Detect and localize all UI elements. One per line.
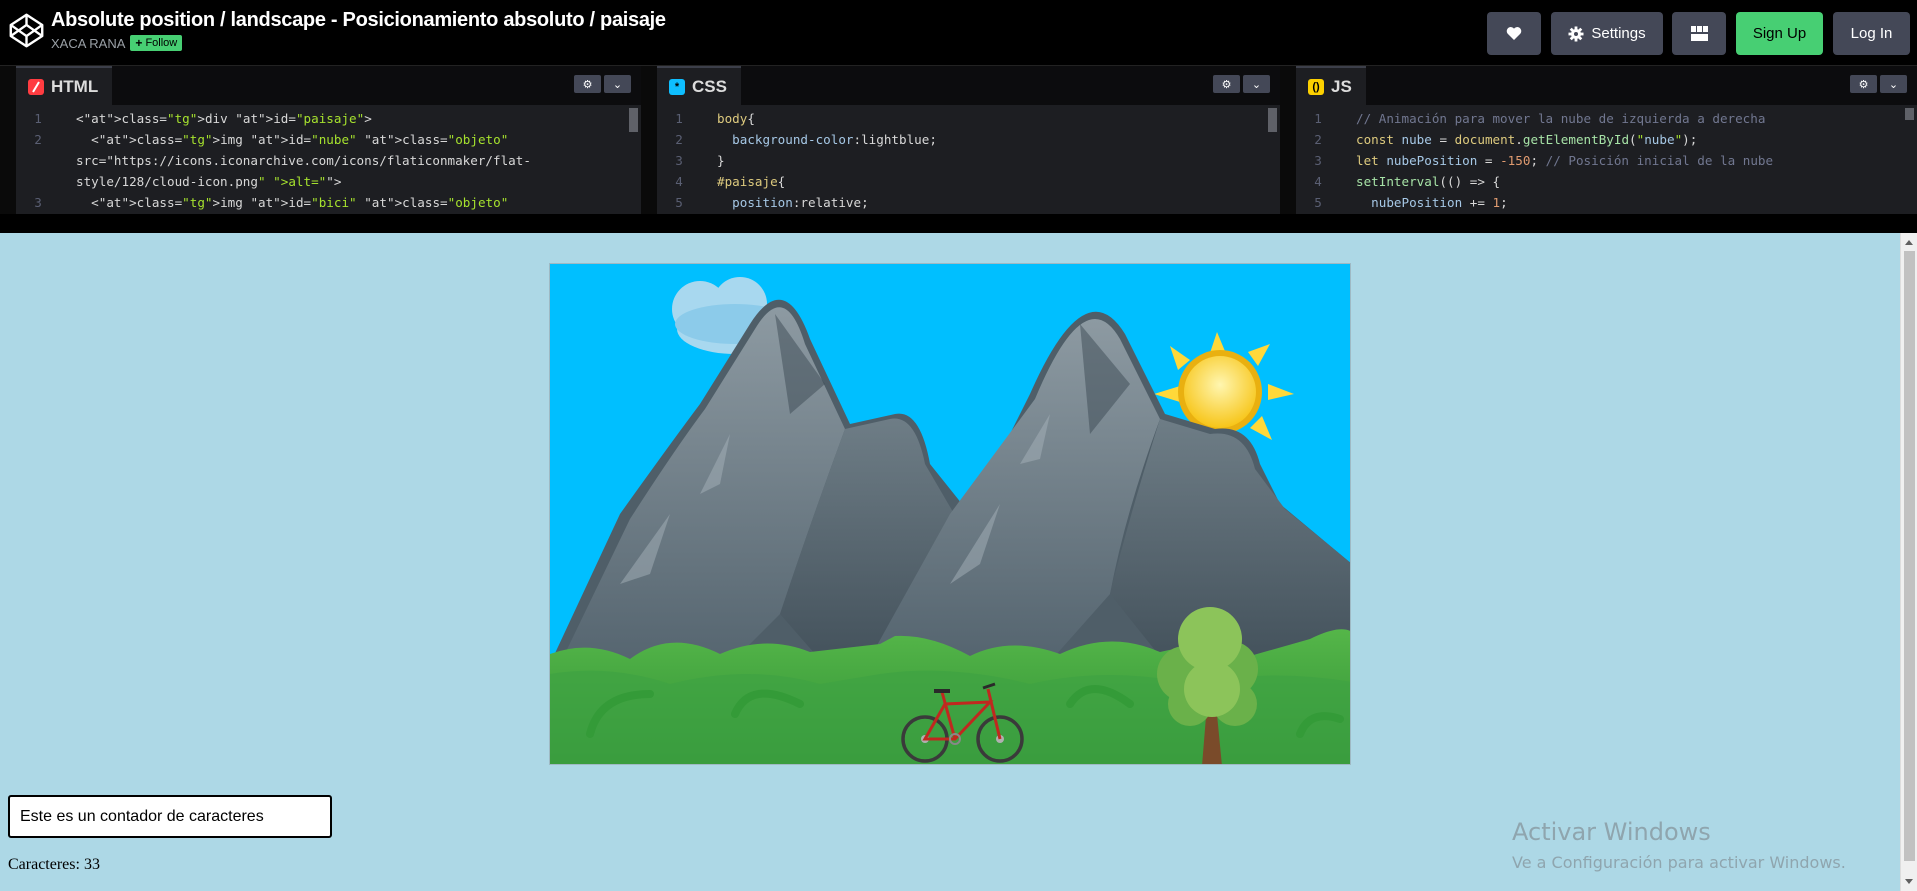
line-number: 2 — [1314, 132, 1322, 147]
html-icon — [28, 78, 44, 95]
character-counter-input[interactable] — [8, 795, 332, 838]
chevron-down-icon: ⌄ — [1888, 78, 1899, 91]
change-view-button[interactable] — [1672, 12, 1726, 55]
js-code-area[interactable]: 1 // Animación para mover la nube de izqu… — [1296, 105, 1917, 214]
gear-icon: ⚙ — [1221, 78, 1232, 91]
line-number: 3 — [675, 153, 683, 168]
preview-resizer[interactable] — [0, 214, 1917, 233]
character-count-text: Caracteres: 33 — [8, 856, 100, 873]
code-line[interactable]: <"at">class="tg">img "at">id="nube" "at"… — [76, 129, 508, 150]
js-menu-button[interactable]: ⌄ — [1880, 75, 1907, 93]
line-number: 1 — [34, 111, 42, 126]
js-scrollbar[interactable] — [1905, 108, 1914, 120]
code-line[interactable]: const nube = document.getElementById("nu… — [1356, 129, 1697, 150]
code-line[interactable]: } — [717, 150, 725, 171]
js-editor-controls: ⚙ ⌄ — [1850, 75, 1907, 93]
code-line[interactable]: <"at">class="tg">img "at">id="bici" "at"… — [76, 192, 508, 213]
line-number: 3 — [34, 195, 42, 210]
html-menu-button[interactable]: ⌄ — [604, 75, 631, 93]
tab-js[interactable]: () JS — [1296, 66, 1366, 105]
html-settings-button[interactable]: ⚙ — [574, 75, 601, 93]
css-scrollbar[interactable] — [1268, 108, 1277, 132]
code-line[interactable]: background-color:lightblue; — [717, 129, 937, 150]
code-line[interactable]: body{ — [717, 108, 755, 129]
line-number: 2 — [675, 132, 683, 147]
scroll-thumb[interactable] — [1904, 251, 1915, 861]
line-number: 3 — [1314, 153, 1322, 168]
css-icon: * — [669, 78, 685, 95]
code-line[interactable]: src="https://icons.iconarchive.com/icons… — [76, 150, 531, 171]
css-code-area[interactable]: 1 body{ 2 background-color:lightblue; 3} 4 #p… — [657, 105, 1280, 214]
css-editor-header: * CSS ⚙ ⌄ — [657, 66, 1280, 105]
codepen-editor: Absolute position / landscape - Posicion… — [0, 0, 1917, 891]
scroll-up-icon[interactable] — [1905, 240, 1913, 245]
pane-resizer[interactable] — [641, 66, 657, 214]
landscape-scene — [549, 263, 1351, 765]
pane-resizer[interactable] — [1280, 66, 1296, 214]
pen-title[interactable]: Absolute position / landscape - Posicion… — [51, 9, 666, 32]
line-number: 1 — [1314, 111, 1322, 126]
line-number: 4 — [675, 174, 683, 189]
js-settings-button[interactable]: ⚙ — [1850, 75, 1877, 93]
pane-gutter[interactable] — [0, 66, 16, 214]
code-line[interactable]: let nubePosition = -150; // Posición ini… — [1356, 150, 1773, 171]
code-line[interactable]: #paisaje{ — [717, 171, 785, 192]
tab-css[interactable]: * CSS — [657, 66, 741, 105]
code-line[interactable]: style/128/cloud-icon.png" ">alt=""> — [76, 171, 341, 192]
code-line[interactable]: nubePosition += 1; — [1356, 192, 1508, 213]
html-editor-header: HTML ⚙ ⌄ — [16, 66, 641, 105]
sign-up-button[interactable]: Sign Up — [1736, 12, 1823, 55]
author-name[interactable]: XACA RANA — [51, 36, 125, 51]
css-menu-button[interactable]: ⌄ — [1243, 75, 1270, 93]
tab-html-label: HTML — [51, 76, 99, 96]
layout-grid-icon — [1690, 26, 1708, 41]
line-number: 5 — [675, 195, 683, 210]
gear-icon: ⚙ — [582, 78, 593, 91]
html-editor-controls: ⚙ ⌄ — [574, 75, 631, 93]
js-editor[interactable]: () JS ⚙ ⌄ 1 // Animación para mover la nu… — [1296, 66, 1917, 214]
preview-scrollbar[interactable] — [1900, 233, 1917, 891]
windows-activation-subtitle: Ve a Configuración para activar Windows. — [1512, 853, 1846, 872]
html-code-area[interactable]: 1 <"at">class="tg">div "at">id="paisaje">… — [16, 105, 641, 214]
settings-button[interactable]: Settings — [1551, 12, 1663, 55]
follow-label: Follow — [145, 37, 178, 49]
chevron-down-icon: ⌄ — [1251, 78, 1262, 91]
heart-icon — [1506, 27, 1522, 40]
line-number: 2 — [34, 132, 42, 147]
scroll-down-icon[interactable] — [1905, 879, 1913, 884]
css-editor[interactable]: * CSS ⚙ ⌄ 1 body{ 2 background-color:light… — [657, 66, 1280, 214]
css-settings-button[interactable]: ⚙ — [1213, 75, 1240, 93]
follow-button[interactable]: + Follow — [130, 35, 183, 51]
code-line[interactable]: position:relative; — [717, 192, 869, 213]
windows-activation-title: Activar Windows — [1512, 818, 1711, 846]
js-icon: () — [1308, 78, 1324, 95]
landscape-image — [550, 264, 1350, 764]
author-row: XACA RANA + Follow — [51, 35, 183, 51]
js-editor-header: () JS ⚙ ⌄ — [1296, 66, 1917, 105]
top-bar: Absolute position / landscape - Posicion… — [0, 0, 1917, 66]
editor-panes: HTML ⚙ ⌄ 1 <"at">class="tg">div "at">id="… — [0, 66, 1917, 214]
tab-css-label: CSS — [692, 76, 727, 96]
html-scrollbar[interactable] — [629, 108, 638, 132]
codepen-logo-icon[interactable] — [8, 12, 45, 49]
settings-label: Settings — [1591, 25, 1646, 42]
css-editor-controls: ⚙ ⌄ — [1213, 75, 1270, 93]
code-line[interactable]: <"at">class="tg">div "at">id="paisaje"> — [76, 108, 372, 129]
chevron-down-icon: ⌄ — [612, 78, 623, 91]
line-number: 1 — [675, 111, 683, 126]
gear-icon: ⚙ — [1858, 78, 1869, 91]
code-line[interactable]: // Animación para mover la nube de izqui… — [1356, 108, 1765, 129]
plus-icon: + — [135, 36, 143, 50]
love-button[interactable] — [1487, 12, 1541, 55]
tab-html[interactable]: HTML — [16, 66, 113, 105]
tab-js-label: JS — [1331, 76, 1352, 96]
line-number: 4 — [1314, 174, 1322, 189]
code-line[interactable]: setInterval(() => { — [1356, 171, 1500, 192]
html-editor[interactable]: HTML ⚙ ⌄ 1 <"at">class="tg">div "at">id="… — [16, 66, 641, 214]
result-preview: Caracteres: 33 Activar Windows Ve a Conf… — [0, 233, 1917, 891]
gear-icon — [1568, 26, 1584, 41]
log-in-button[interactable]: Log In — [1833, 12, 1910, 55]
line-number: 5 — [1314, 195, 1322, 210]
